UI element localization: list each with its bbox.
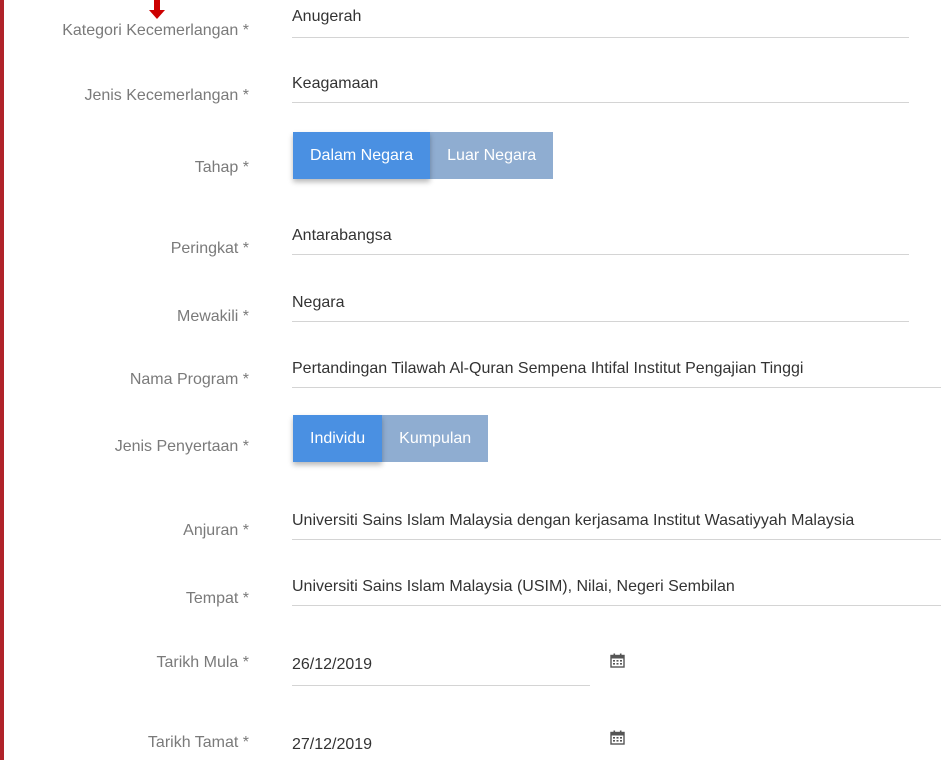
- anjuran-label: Anjuran *: [183, 522, 249, 539]
- anjuran-field[interactable]: Universiti Sains Islam Malaysia dengan k…: [292, 512, 941, 540]
- mewakili-field[interactable]: Negara: [292, 294, 909, 322]
- calendar-icon[interactable]: [610, 730, 625, 745]
- tahap-luar-negara-button[interactable]: Luar Negara: [430, 132, 554, 179]
- tarikh-mula-value: 26/12/2019: [292, 656, 373, 673]
- nama-program-value: Pertandingan Tilawah Al-Quran Sempena Ih…: [292, 360, 804, 377]
- peringkat-field[interactable]: Antarabangsa: [292, 227, 909, 255]
- kategori-value: Anugerah: [292, 8, 362, 25]
- kategori-field[interactable]: Anugerah: [292, 8, 909, 38]
- penyertaan-individu-button[interactable]: Individu: [293, 415, 383, 462]
- jenis-kecemerlangan-label: Jenis Kecemerlangan *: [84, 87, 249, 104]
- jenis-kecemerlangan-value: Keagamaan: [292, 75, 379, 92]
- tempat-value: Universiti Sains Islam Malaysia (USIM), …: [292, 578, 735, 595]
- mewakili-value: Negara: [292, 294, 345, 311]
- penyertaan-kumpulan-button[interactable]: Kumpulan: [382, 415, 489, 462]
- jenis-penyertaan-toggle-group: Individu Kumpulan: [293, 415, 489, 462]
- peringkat-label: Peringkat *: [170, 240, 249, 257]
- tahap-toggle-group: Dalam Negara Luar Negara: [293, 132, 554, 179]
- tarikh-tamat-label: Tarikh Tamat *: [147, 734, 249, 751]
- kategori-label: Kategori Kecemerlangan *: [62, 22, 249, 39]
- tarikh-mula-label: Tarikh Mula *: [156, 654, 249, 671]
- tempat-label: Tempat *: [185, 590, 249, 607]
- page-left-border: [0, 0, 4, 760]
- calendar-icon[interactable]: [610, 653, 625, 668]
- arrow-down-icon: [149, 0, 165, 19]
- tarikh-tamat-field[interactable]: 27/12/2019: [292, 736, 590, 760]
- nama-program-label: Nama Program *: [129, 371, 249, 388]
- tarikh-tamat-value: 27/12/2019: [292, 736, 373, 753]
- tarikh-mula-field[interactable]: 26/12/2019: [292, 656, 590, 686]
- jenis-kecemerlangan-field[interactable]: Keagamaan: [292, 75, 909, 103]
- tahap-dalam-negara-button[interactable]: Dalam Negara: [293, 132, 431, 179]
- peringkat-value: Antarabangsa: [292, 227, 392, 244]
- anjuran-value: Universiti Sains Islam Malaysia dengan k…: [292, 512, 855, 529]
- nama-program-field[interactable]: Pertandingan Tilawah Al-Quran Sempena Ih…: [292, 360, 941, 388]
- tahap-label: Tahap *: [194, 159, 249, 176]
- jenis-penyertaan-label: Jenis Penyertaan *: [114, 438, 249, 455]
- mewakili-label: Mewakili *: [176, 308, 249, 325]
- tempat-field[interactable]: Universiti Sains Islam Malaysia (USIM), …: [292, 578, 941, 606]
